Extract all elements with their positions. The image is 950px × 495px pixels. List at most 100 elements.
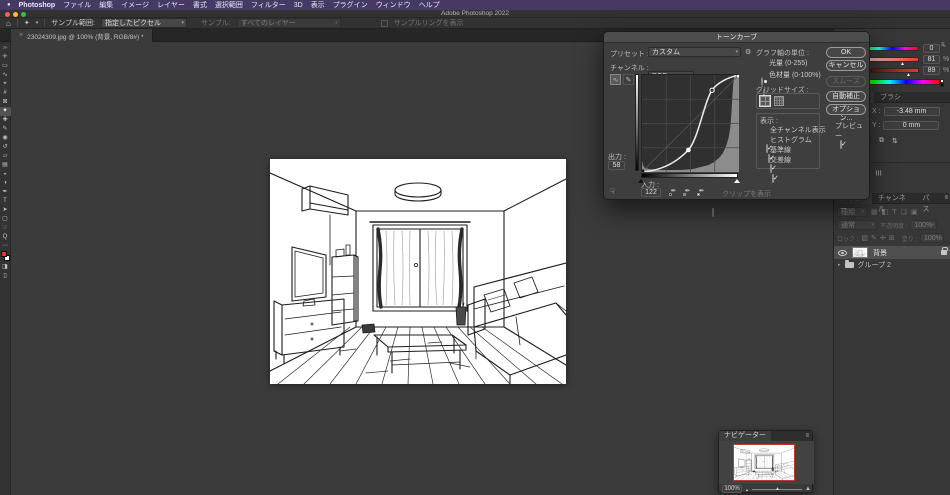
brightness-slider-handle[interactable]: ▲: [906, 72, 911, 78]
tool-preset-caret-icon[interactable]: ▾: [36, 20, 39, 26]
dodge-tool[interactable]: ◑: [0, 179, 11, 188]
zoom-in-icon[interactable]: ▲: [805, 486, 811, 492]
light-radio-label[interactable]: 光量 (0-255): [769, 58, 808, 68]
object-selection-tool[interactable]: ⌖: [0, 80, 11, 89]
show-intersection-checkbox[interactable]: [772, 174, 774, 183]
show-baseline-label[interactable]: 基準線: [770, 145, 791, 155]
tab-channels[interactable]: チャンネル: [872, 193, 916, 204]
history-brush-tool[interactable]: ↺: [0, 143, 11, 152]
brush-tool[interactable]: ✎: [0, 125, 11, 134]
eraser-tool[interactable]: ▱: [0, 152, 11, 161]
path-selection-tool[interactable]: ➤: [0, 206, 11, 215]
frame-tool[interactable]: ⊠: [0, 98, 11, 107]
layer-visibility-icon[interactable]: [838, 250, 847, 256]
sample-size-dropdown[interactable]: 指定したピクセル: [101, 18, 187, 28]
pen-tool[interactable]: ✒: [0, 188, 11, 197]
eyedropper-tool[interactable]: ✦: [0, 107, 11, 116]
crop-tool[interactable]: #: [0, 89, 11, 98]
navigator-zoom-thumb[interactable]: ▲: [775, 486, 780, 492]
saturation-slider-handle[interactable]: ▲: [900, 61, 905, 67]
menu-file[interactable]: ファイル: [63, 0, 91, 10]
gray-point-eyedropper-icon[interactable]: ✒: [682, 187, 693, 197]
x-field[interactable]: -3.48 mm: [884, 107, 940, 116]
layers-panel-menu-icon[interactable]: ≡: [941, 193, 950, 203]
menu-photoshop[interactable]: Photoshop: [19, 2, 56, 9]
navigator-menu-icon[interactable]: ≡: [802, 433, 812, 439]
layer-lock-icon[interactable]: [941, 250, 947, 255]
preview-checkbox[interactable]: [840, 140, 842, 149]
curve-point-tool-icon[interactable]: ∿: [610, 74, 621, 85]
toolbar-collapse-icon[interactable]: ≫: [0, 44, 11, 53]
zoom-out-icon[interactable]: ▲: [745, 487, 749, 492]
home-icon[interactable]: ⌂: [6, 19, 11, 28]
brightness-value-field[interactable]: 89: [923, 66, 940, 75]
hand-tool[interactable]: ☞: [0, 224, 11, 233]
navigator-zoom-field[interactable]: 100%: [722, 485, 742, 493]
tab-close-icon[interactable]: ×: [19, 32, 23, 39]
menu-select[interactable]: 選択範囲: [215, 0, 243, 10]
menu-layer[interactable]: レイヤー: [157, 0, 185, 10]
grid-fine-icon[interactable]: [774, 96, 784, 106]
layer-thumbnail[interactable]: [852, 247, 868, 258]
tab-brushes[interactable]: ブラシ: [874, 92, 907, 103]
move-tool[interactable]: ✛: [0, 53, 11, 62]
navigator-tab[interactable]: ナビゲーター: [719, 431, 771, 441]
preset-dropdown[interactable]: カスタム: [648, 47, 741, 57]
layer-row-background[interactable]: 背景: [834, 246, 950, 259]
edit-toolbar-icon[interactable]: ⋯: [0, 242, 11, 251]
pigment-radio-label[interactable]: 色材量 (0-100%): [769, 70, 821, 80]
preset-options-gear-icon[interactable]: ⚙: [745, 48, 751, 56]
document-image[interactable]: [270, 159, 566, 384]
menu-plugins[interactable]: プラグイン: [333, 0, 368, 10]
input-value-field[interactable]: 122: [641, 188, 661, 197]
curve-pencil-tool-icon[interactable]: ✎: [623, 74, 634, 85]
ok-button[interactable]: OK: [826, 47, 866, 58]
swap-dimensions-icon[interactable]: ⇅: [892, 137, 898, 145]
white-point-eyedropper-icon[interactable]: ✒: [696, 187, 707, 197]
black-point-eyedropper-icon[interactable]: ✒: [668, 187, 679, 197]
navigator-view-box[interactable]: [733, 444, 795, 481]
y-field[interactable]: 0 mm: [883, 121, 939, 130]
menu-type[interactable]: 書式: [193, 0, 207, 10]
foreground-color-swatch[interactable]: [1, 251, 7, 257]
show-baseline-checkbox[interactable]: [770, 164, 772, 173]
group-name[interactable]: グループ 2: [858, 260, 891, 270]
show-histogram-label[interactable]: ヒストグラム: [770, 135, 812, 145]
saturation-value-field[interactable]: 81: [923, 55, 940, 64]
targeted-adjustment-icon[interactable]: ☟: [610, 187, 615, 196]
dialog-title[interactable]: トーンカーブ: [604, 32, 869, 43]
grid-quarter-icon[interactable]: [760, 96, 770, 106]
curve-grid[interactable]: [641, 74, 738, 171]
navigator-preview[interactable]: [719, 441, 814, 484]
menu-window[interactable]: ウィンドウ: [376, 0, 411, 10]
marquee-tool[interactable]: ▭: [0, 62, 11, 71]
gradient-tool[interactable]: ▤: [0, 161, 11, 170]
type-tool[interactable]: T: [0, 197, 11, 206]
zoom-tool[interactable]: Q: [0, 233, 11, 242]
menu-image[interactable]: イメージ: [121, 0, 149, 10]
show-all-channels-label[interactable]: 全チャンネル表示: [770, 125, 826, 135]
lasso-tool[interactable]: ∿: [0, 71, 11, 80]
layer-name[interactable]: 背景: [873, 248, 887, 258]
ramp-black-swatch[interactable]: [940, 83, 944, 87]
auto-button[interactable]: 自動補正: [826, 91, 866, 102]
tab-paths[interactable]: パス: [916, 193, 941, 204]
document-tab[interactable]: × 23024309.jpg @ 100% (背景, RGB/8#) *: [11, 29, 153, 42]
navigator-zoom-slider[interactable]: ▲: [752, 489, 802, 490]
hue-value-field[interactable]: 0: [923, 44, 940, 53]
group-disclosure-icon[interactable]: ▸: [838, 262, 841, 268]
apple-menu[interactable]: ●: [7, 2, 11, 8]
show-intersection-label[interactable]: 交差線: [770, 155, 791, 165]
highlight-input-slider[interactable]: [734, 179, 740, 183]
healing-brush-tool[interactable]: ✚: [0, 116, 11, 125]
layer-row-group[interactable]: ▸ グループ 2: [834, 259, 950, 271]
options-button[interactable]: オプション...: [826, 104, 866, 115]
output-value-field[interactable]: 58: [608, 161, 625, 170]
screen-mode-icon[interactable]: ▯: [0, 272, 11, 281]
blur-tool[interactable]: ◒: [0, 170, 11, 179]
menu-edit[interactable]: 編集: [99, 0, 113, 10]
eyedropper-tool-icon[interactable]: ✦: [24, 19, 30, 27]
show-all-channels-checkbox[interactable]: [766, 144, 768, 153]
menu-filter[interactable]: フィルター: [251, 0, 286, 10]
menu-help[interactable]: ヘルプ: [419, 0, 440, 10]
